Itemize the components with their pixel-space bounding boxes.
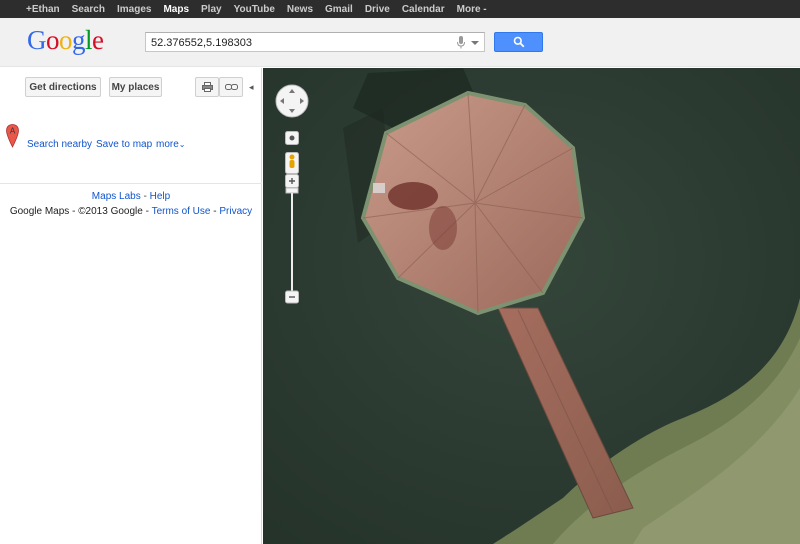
header: Google [0,18,800,67]
search-nearby-link[interactable]: Search nearby [27,139,92,150]
google-bar-nav: +Ethan Search Images Maps Play YouTube News Gma… [0,0,800,18]
more-link[interactable]: more⌄ [156,139,186,150]
gbar-item-drive[interactable]: Drive [365,4,390,15]
more-label[interactable]: more [156,139,179,150]
logo-letter: e [92,25,104,55]
help-link[interactable]: Help [150,191,171,202]
pegman-icon[interactable] [285,152,299,174]
pan-control[interactable] [275,84,309,118]
gbar-item-images[interactable]: Images [117,4,151,15]
save-to-map-link[interactable]: Save to map [96,139,152,150]
gbar-item-youtube[interactable]: YouTube [234,4,275,15]
gbar-item-search[interactable]: Search [72,4,105,15]
logo-letter: l [85,25,93,55]
marker-a-icon[interactable]: A [6,124,19,148]
copyright-text: Google Maps - ©2013 Google [9,206,143,217]
chevron-down-icon[interactable] [470,36,480,49]
terms-link[interactable]: Terms of Use [152,206,211,217]
satellite-imagery [263,68,800,544]
gbar-item-gmail[interactable]: Gmail [325,4,353,15]
logo-letter: g [72,25,86,55]
gbar-item-play[interactable]: Play [201,4,222,15]
divider [0,183,262,184]
footer-links: Maps Labs - Help [0,191,262,202]
gbar-item-maps[interactable]: Maps [163,4,189,15]
separator: - [142,206,152,217]
chevron-down-icon: ⌄ [178,140,186,149]
privacy-link[interactable]: Privacy [219,206,252,217]
gbar-item-calendar[interactable]: Calendar [402,4,445,15]
marker-label: A [10,127,16,136]
magnifier-icon [513,36,524,48]
collapse-panel-icon[interactable]: ◂ [249,82,254,93]
my-location-icon[interactable] [285,131,299,145]
print-button[interactable] [195,77,219,97]
logo-letter: o [59,25,73,55]
link-button[interactable] [219,77,243,97]
logo-letter: o [46,25,60,55]
separator: - [140,191,150,202]
microphone-icon[interactable] [456,36,466,49]
zoom-slider-handle [285,187,299,194]
search-button[interactable] [494,32,543,52]
gbar-item-more[interactable]: More - [457,4,487,15]
footer-legal: Google Maps - ©2013 Google - Terms of Us… [0,206,262,217]
printer-icon [201,82,213,92]
link-icon [224,84,238,90]
gbar-item-ethan[interactable]: +Ethan [26,4,60,15]
my-places-button[interactable]: My places [109,77,162,97]
google-bar: +Ethan Search Images Maps Play YouTube News Gma… [0,0,800,18]
gbar-item-news[interactable]: News [287,4,313,15]
zoom-control[interactable] [285,174,299,304]
side-panel: Get directions My places ◂ A Search near… [0,68,262,544]
map-canvas[interactable] [263,68,800,544]
search-box[interactable] [145,32,485,52]
google-logo[interactable]: Google [27,26,104,54]
get-directions-button[interactable]: Get directions [25,77,101,97]
logo-letter: G [27,25,47,55]
maps-labs-link[interactable]: Maps Labs [92,191,141,202]
search-input[interactable] [146,34,446,52]
